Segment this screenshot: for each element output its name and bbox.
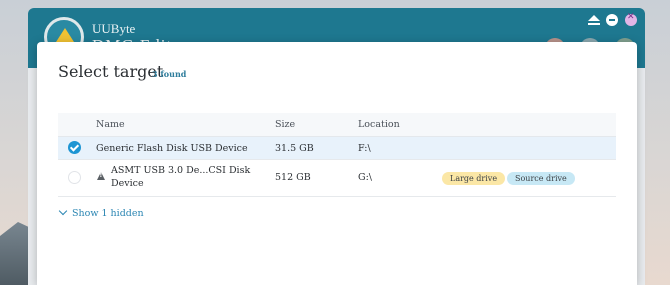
large-drive-badge: Large drive (442, 172, 506, 185)
column-header-name: Name (96, 119, 125, 130)
show-hidden-link[interactable]: Show 1 hidden (58, 206, 144, 219)
drive-table: Name Size Location Generic Flash Disk US… (58, 113, 616, 197)
source-drive-badge: Source drive (507, 172, 575, 185)
checkmark-icon[interactable] (68, 141, 81, 154)
minimize-icon[interactable] (606, 14, 618, 26)
radio-unselected[interactable] (68, 171, 81, 184)
table-header: Name Size Location (58, 113, 616, 137)
dialog-title: Select target (58, 62, 164, 81)
drive-location: F:\ (358, 143, 371, 154)
table-row[interactable]: Generic Flash Disk USB Device 31.5 GB F:… (58, 137, 616, 160)
warning-icon (97, 172, 105, 180)
found-count-badge: 3 found (152, 69, 187, 79)
drive-size: 512 GB (275, 172, 311, 183)
eject-icon[interactable] (588, 14, 600, 26)
show-hidden-label: Show 1 hidden (72, 208, 144, 219)
select-target-dialog: Select target 3 found Name Size Location… (37, 42, 637, 285)
drive-name: ASMT USB 3.0 De...CSI Disk Device (111, 165, 251, 189)
drive-size: 31.5 GB (275, 143, 314, 154)
column-header-location: Location (358, 119, 400, 130)
drive-name: Generic Flash Disk USB Device (96, 143, 248, 154)
app-brand: UUByte (92, 21, 136, 36)
close-icon[interactable] (625, 12, 637, 26)
column-header-size: Size (275, 119, 296, 130)
drive-location: G:\ (358, 172, 372, 183)
chevron-down-icon (58, 206, 68, 216)
table-row[interactable]: ASMT USB 3.0 De...CSI Disk Device 512 GB… (58, 160, 616, 197)
